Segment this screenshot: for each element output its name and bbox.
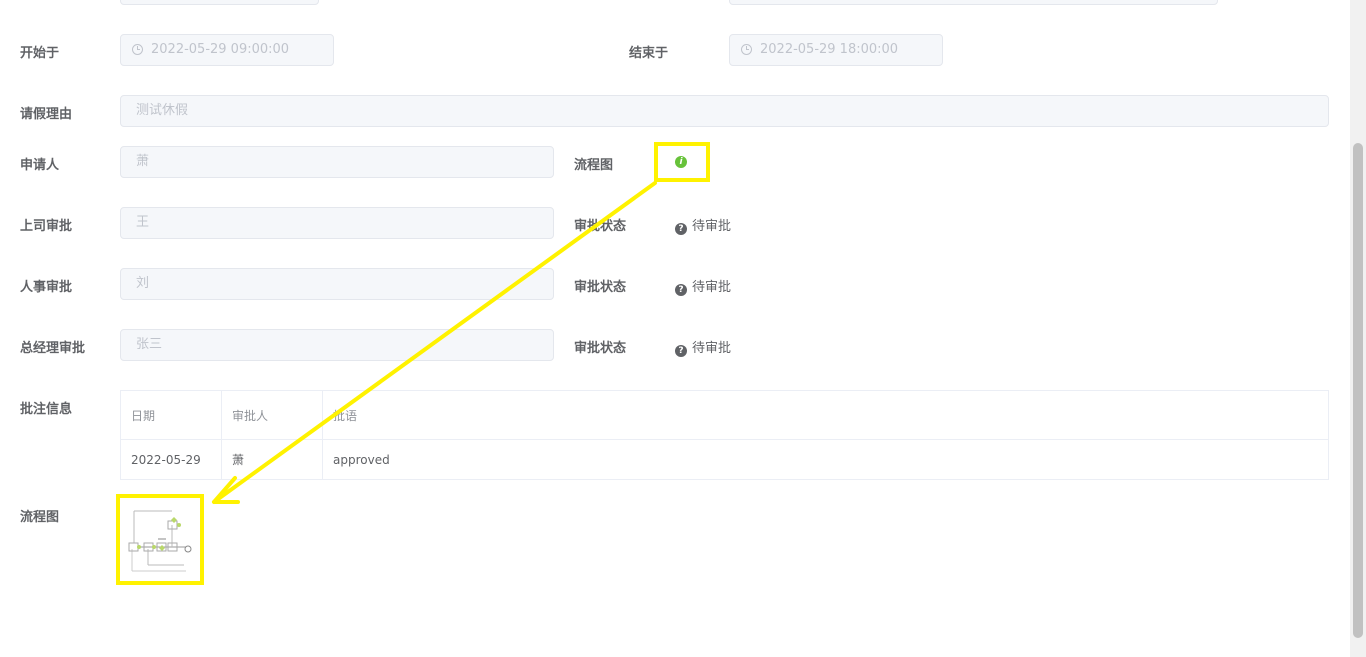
gm-label: 总经理审批	[20, 341, 86, 356]
end-date-value: 2022-05-29 18:00:00	[760, 42, 899, 57]
gm-status: ? 待审批	[675, 337, 731, 357]
highlight-box-flowchart	[116, 494, 204, 585]
applicant-input[interactable]: 萧	[120, 146, 554, 178]
applicant-label: 申请人	[20, 158, 60, 173]
applicant-value: 萧	[136, 154, 150, 169]
boss-status: ? 待审批	[675, 215, 731, 235]
flowchart-label: 流程图	[20, 510, 60, 525]
gm-value: 张三	[136, 337, 163, 352]
col-header-approver: 审批人	[221, 390, 323, 440]
boss-input[interactable]: 王	[120, 207, 554, 239]
boss-value: 王	[136, 215, 150, 230]
reason-label: 请假理由	[20, 107, 73, 122]
gm-status-label: 审批状态	[574, 341, 627, 356]
clock-icon	[741, 44, 752, 55]
cell-date: 2022-05-29	[120, 439, 222, 480]
col-header-date: 日期	[120, 390, 222, 440]
comments-label: 批注信息	[20, 402, 73, 417]
question-icon: ?	[675, 223, 687, 235]
hr-status-label: 审批状态	[574, 280, 627, 295]
start-date-input[interactable]: 2022-05-29 09:00:00	[120, 34, 334, 66]
hr-status-text: 待审批	[692, 280, 732, 295]
comments-table: 日期 审批人 批语 2022-05-29 萧 approved	[120, 390, 1329, 480]
clock-icon	[132, 44, 143, 55]
hr-status: ? 待审批	[675, 276, 731, 296]
scrollbar-thumb[interactable]	[1353, 143, 1363, 638]
hr-value: 刘	[136, 276, 150, 291]
end-label: 结束于	[629, 46, 669, 61]
hr-label: 人事审批	[20, 280, 73, 295]
gm-status-text: 待审批	[692, 341, 732, 356]
highlight-box-info	[654, 142, 710, 182]
question-icon: ?	[675, 345, 687, 357]
top-input-right[interactable]	[729, 0, 1218, 5]
start-label: 开始于	[20, 46, 60, 61]
boss-status-text: 待审批	[692, 219, 732, 234]
top-input-left[interactable]	[120, 0, 319, 5]
boss-label: 上司审批	[20, 219, 73, 234]
col-header-remark: 批语	[322, 390, 1329, 440]
table-row: 2022-05-29 萧 approved	[120, 439, 1329, 480]
cell-approver: 萧	[221, 439, 323, 480]
reason-value: 测试休假	[136, 103, 189, 118]
gm-input[interactable]: 张三	[120, 329, 554, 361]
table-header-row: 日期 审批人 批语	[120, 390, 1329, 440]
question-icon: ?	[675, 284, 687, 296]
flow-label: 流程图	[574, 158, 614, 173]
boss-status-label: 审批状态	[574, 219, 627, 234]
hr-input[interactable]: 刘	[120, 268, 554, 300]
reason-input[interactable]: 测试休假	[120, 95, 1329, 127]
cell-remark: approved	[322, 439, 1329, 480]
end-date-input[interactable]: 2022-05-29 18:00:00	[729, 34, 943, 66]
start-date-value: 2022-05-29 09:00:00	[151, 42, 290, 57]
